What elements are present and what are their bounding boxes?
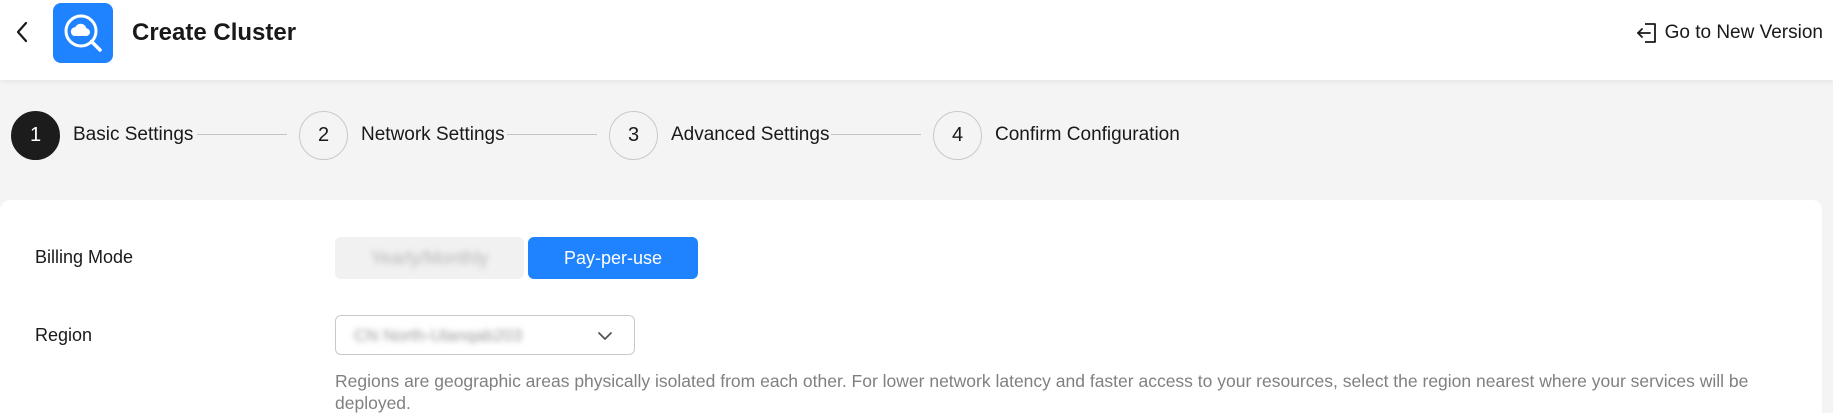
region-label: Region bbox=[35, 325, 93, 345]
exit-icon bbox=[1636, 23, 1656, 43]
cloud-search-icon bbox=[64, 14, 102, 52]
service-logo bbox=[53, 3, 113, 63]
step-number: 4 bbox=[933, 110, 982, 160]
billing-mode-label: Billing Mode bbox=[35, 247, 134, 267]
step-label: Confirm Configuration bbox=[995, 124, 1180, 145]
billing-mode-selector: Yearly/Monthly Pay-per-use bbox=[335, 237, 698, 279]
step-number: 1 bbox=[11, 110, 60, 160]
billing-option-pay-per-use[interactable]: Pay-per-use bbox=[528, 237, 698, 279]
billing-option-label: Yearly/Monthly bbox=[370, 247, 489, 268]
step-network-settings: 2 Network Settings bbox=[299, 110, 505, 160]
region-select[interactable]: CN North-Ulanqab203 bbox=[335, 315, 635, 355]
step-number: 2 bbox=[299, 110, 348, 160]
chevron-down-icon bbox=[598, 332, 612, 340]
back-button[interactable] bbox=[8, 18, 36, 46]
step-connector bbox=[831, 134, 921, 135]
billing-option-yearly-monthly[interactable]: Yearly/Monthly bbox=[335, 237, 524, 279]
region-help-text: Regions are geographic areas physically … bbox=[335, 371, 1749, 413]
region-value: CN North-Ulanqab203 bbox=[354, 326, 523, 345]
step-advanced-settings: 3 Advanced Settings bbox=[609, 110, 829, 160]
go-to-new-version-link[interactable]: Go to New Version bbox=[1636, 20, 1823, 46]
step-connector bbox=[507, 134, 597, 135]
page-title: Create Cluster bbox=[132, 19, 297, 46]
step-number: 3 bbox=[609, 110, 658, 160]
step-basic-settings: 1 Basic Settings bbox=[11, 110, 193, 160]
wizard-steps: 1 Basic Settings 2 Network Settings 3 Ad… bbox=[0, 110, 1833, 160]
step-label: Network Settings bbox=[361, 124, 505, 145]
top-header: Create Cluster Go to New Version bbox=[0, 0, 1833, 80]
step-label: Basic Settings bbox=[73, 124, 194, 145]
step-confirm-configuration: 4 Confirm Configuration bbox=[933, 110, 1180, 160]
step-connector bbox=[197, 134, 287, 135]
chevron-left-icon bbox=[16, 21, 28, 43]
step-label: Advanced Settings bbox=[671, 124, 830, 145]
go-to-new-version-label: Go to New Version bbox=[1664, 22, 1823, 43]
billing-option-label: Pay-per-use bbox=[563, 247, 663, 268]
